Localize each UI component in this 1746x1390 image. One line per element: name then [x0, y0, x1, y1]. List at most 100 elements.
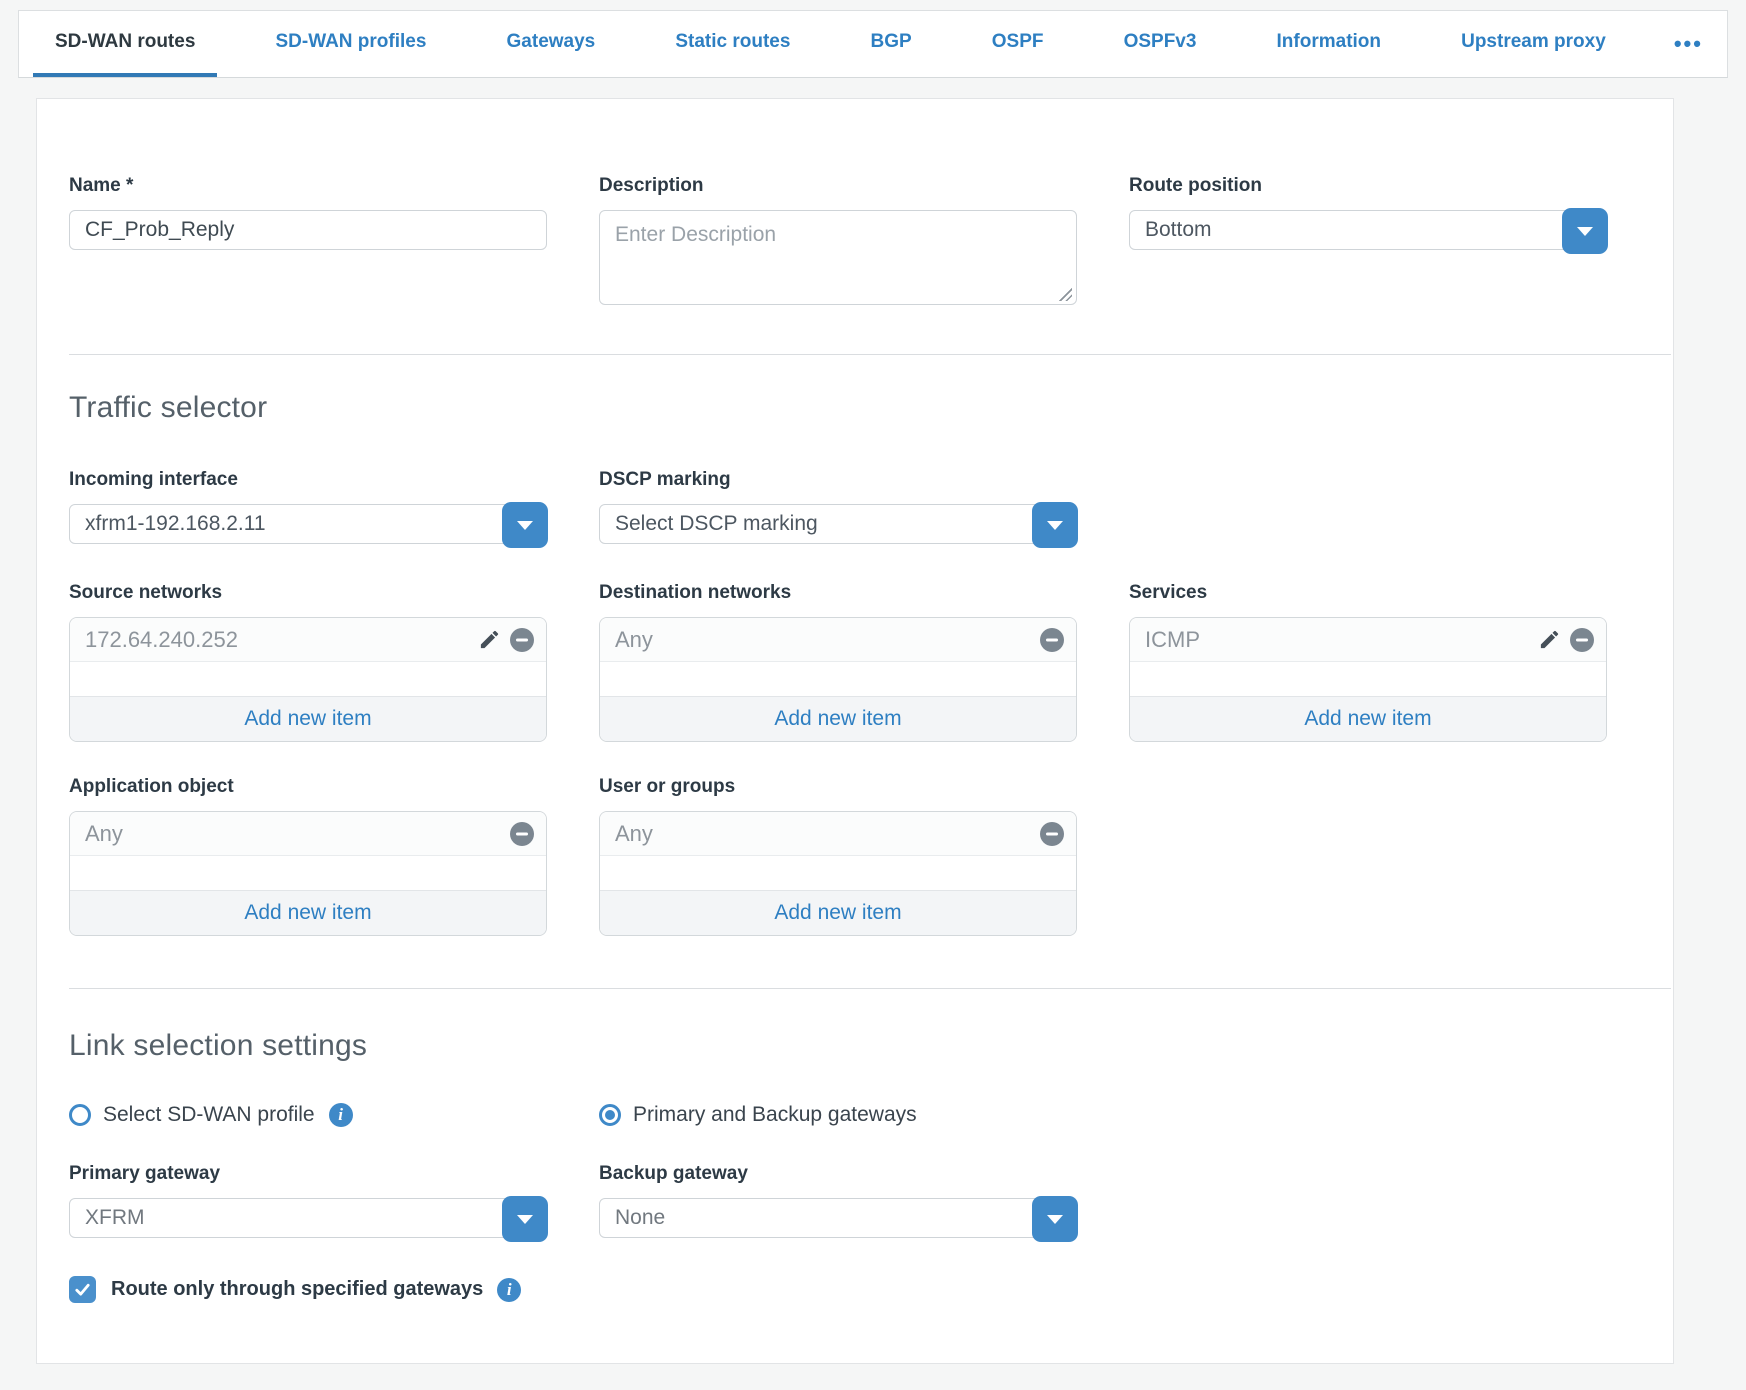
- name-input[interactable]: [69, 210, 547, 250]
- services-listbox: ICMP Add new item: [1129, 617, 1607, 742]
- source-networks-label: Source networks: [69, 582, 547, 604]
- source-networks-listbox: 172.64.240.252 Add new item: [69, 617, 547, 742]
- list-item[interactable]: 172.64.240.252: [70, 618, 546, 662]
- primary-gateway-field-group: Primary gateway XFRM: [69, 1163, 547, 1238]
- tab-sdwan-routes[interactable]: SD-WAN routes: [33, 11, 217, 77]
- add-new-item-button[interactable]: Add new item: [70, 696, 546, 741]
- tab-gateways[interactable]: Gateways: [485, 11, 618, 77]
- route-position-label: Route position: [1129, 175, 1607, 197]
- list-spacer: [70, 662, 546, 696]
- list-item-text: ICMP: [1145, 627, 1200, 653]
- services-field-group: Services ICMP Add new item: [1129, 582, 1607, 742]
- list-item-text: Any: [85, 821, 123, 847]
- backup-gateway-label: Backup gateway: [599, 1163, 1077, 1185]
- user-or-groups-label: User or groups: [599, 776, 1077, 798]
- traffic-selector-heading: Traffic selector: [69, 391, 1605, 425]
- list-spacer: [1130, 662, 1606, 696]
- chevron-down-icon[interactable]: [1032, 502, 1078, 548]
- route-only-checkbox-row[interactable]: Route only through specified gateways i: [69, 1276, 1605, 1303]
- select-value: Bottom: [1145, 218, 1212, 242]
- tab-static-routes[interactable]: Static routes: [653, 11, 812, 77]
- tab-sdwan-profiles[interactable]: SD-WAN profiles: [253, 11, 448, 77]
- list-spacer: [600, 856, 1076, 890]
- info-icon[interactable]: i: [497, 1278, 521, 1302]
- tab-upstream-proxy[interactable]: Upstream proxy: [1439, 11, 1628, 77]
- user-or-groups-listbox: Any Add new item: [599, 811, 1077, 936]
- description-field-group: Description: [599, 175, 1077, 310]
- radio-selected-icon[interactable]: [599, 1104, 621, 1126]
- tab-bar: SD-WAN routes SD-WAN profiles Gateways S…: [18, 10, 1728, 78]
- backup-gateway-select[interactable]: None: [599, 1198, 1077, 1238]
- remove-icon[interactable]: [1570, 628, 1594, 652]
- description-textarea[interactable]: [599, 210, 1077, 305]
- chevron-down-icon[interactable]: [502, 1196, 548, 1242]
- chevron-down-icon[interactable]: [502, 502, 548, 548]
- destination-networks-label: Destination networks: [599, 582, 1077, 604]
- incoming-interface-field-group: Incoming interface xfrm1-192.168.2.11: [69, 469, 547, 544]
- radio-label: Primary and Backup gateways: [633, 1103, 917, 1127]
- section-divider: [69, 988, 1671, 989]
- list-spacer: [600, 662, 1076, 696]
- radio-select-sdwan-profile[interactable]: Select SD-WAN profile i: [69, 1103, 547, 1127]
- primary-gateway-select[interactable]: XFRM: [69, 1198, 547, 1238]
- services-label: Services: [1129, 582, 1607, 604]
- select-value: Select DSCP marking: [615, 512, 818, 536]
- dscp-marking-label: DSCP marking: [599, 469, 1077, 491]
- list-item-text: Any: [615, 821, 653, 847]
- info-icon[interactable]: i: [329, 1103, 353, 1127]
- tab-information[interactable]: Information: [1255, 11, 1404, 77]
- backup-gateway-field-group: Backup gateway None: [599, 1163, 1077, 1238]
- section-divider: [69, 354, 1671, 355]
- add-new-item-button[interactable]: Add new item: [1130, 696, 1606, 741]
- destination-networks-listbox: Any Add new item: [599, 617, 1077, 742]
- application-object-listbox: Any Add new item: [69, 811, 547, 936]
- dscp-marking-field-group: DSCP marking Select DSCP marking: [599, 469, 1077, 544]
- application-object-label: Application object: [69, 776, 547, 798]
- radio-primary-backup-gateways[interactable]: Primary and Backup gateways: [599, 1103, 1077, 1127]
- name-label: Name *: [69, 175, 547, 197]
- name-field-group: Name *: [69, 175, 547, 310]
- list-item[interactable]: ICMP: [1130, 618, 1606, 662]
- select-value: xfrm1-192.168.2.11: [85, 512, 266, 536]
- tab-ospfv3[interactable]: OSPFv3: [1102, 11, 1219, 77]
- add-new-item-button[interactable]: Add new item: [600, 890, 1076, 935]
- remove-icon[interactable]: [1040, 628, 1064, 652]
- route-position-field-group: Route position Bottom: [1129, 175, 1607, 310]
- tab-bgp[interactable]: BGP: [849, 11, 934, 77]
- sdwan-route-form: Name * Description Route position Bottom…: [36, 98, 1674, 1364]
- dscp-marking-select[interactable]: Select DSCP marking: [599, 504, 1077, 544]
- select-value: None: [615, 1206, 665, 1230]
- destination-networks-field-group: Destination networks Any Add new item: [599, 582, 1077, 742]
- add-new-item-button[interactable]: Add new item: [600, 696, 1076, 741]
- list-spacer: [70, 856, 546, 890]
- remove-icon[interactable]: [510, 628, 534, 652]
- list-item[interactable]: Any: [600, 812, 1076, 856]
- radio-unselected-icon[interactable]: [69, 1104, 91, 1126]
- edit-icon[interactable]: [477, 628, 501, 652]
- application-object-field-group: Application object Any Add new item: [69, 776, 547, 936]
- list-item-text: Any: [615, 627, 653, 653]
- checkbox-label: Route only through specified gateways: [111, 1278, 483, 1301]
- chevron-down-icon[interactable]: [1032, 1196, 1078, 1242]
- primary-gateway-label: Primary gateway: [69, 1163, 547, 1185]
- add-new-item-button[interactable]: Add new item: [70, 890, 546, 935]
- more-tabs-icon[interactable]: •••: [1664, 11, 1713, 77]
- radio-label: Select SD-WAN profile: [103, 1103, 315, 1127]
- edit-icon[interactable]: [1537, 628, 1561, 652]
- incoming-interface-select[interactable]: xfrm1-192.168.2.11: [69, 504, 547, 544]
- tab-ospf[interactable]: OSPF: [970, 11, 1066, 77]
- list-item[interactable]: Any: [600, 618, 1076, 662]
- user-or-groups-field-group: User or groups Any Add new item: [599, 776, 1077, 936]
- list-item-text: 172.64.240.252: [85, 627, 238, 653]
- remove-icon[interactable]: [510, 822, 534, 846]
- select-value: XFRM: [85, 1206, 145, 1230]
- chevron-down-icon[interactable]: [1562, 208, 1608, 254]
- route-position-select[interactable]: Bottom: [1129, 210, 1607, 250]
- link-selection-heading: Link selection settings: [69, 1029, 1605, 1063]
- remove-icon[interactable]: [1040, 822, 1064, 846]
- description-label: Description: [599, 175, 1077, 197]
- list-item[interactable]: Any: [70, 812, 546, 856]
- checkbox-checked-icon[interactable]: [69, 1276, 96, 1303]
- incoming-interface-label: Incoming interface: [69, 469, 547, 491]
- source-networks-field-group: Source networks 172.64.240.252 Add new i…: [69, 582, 547, 742]
